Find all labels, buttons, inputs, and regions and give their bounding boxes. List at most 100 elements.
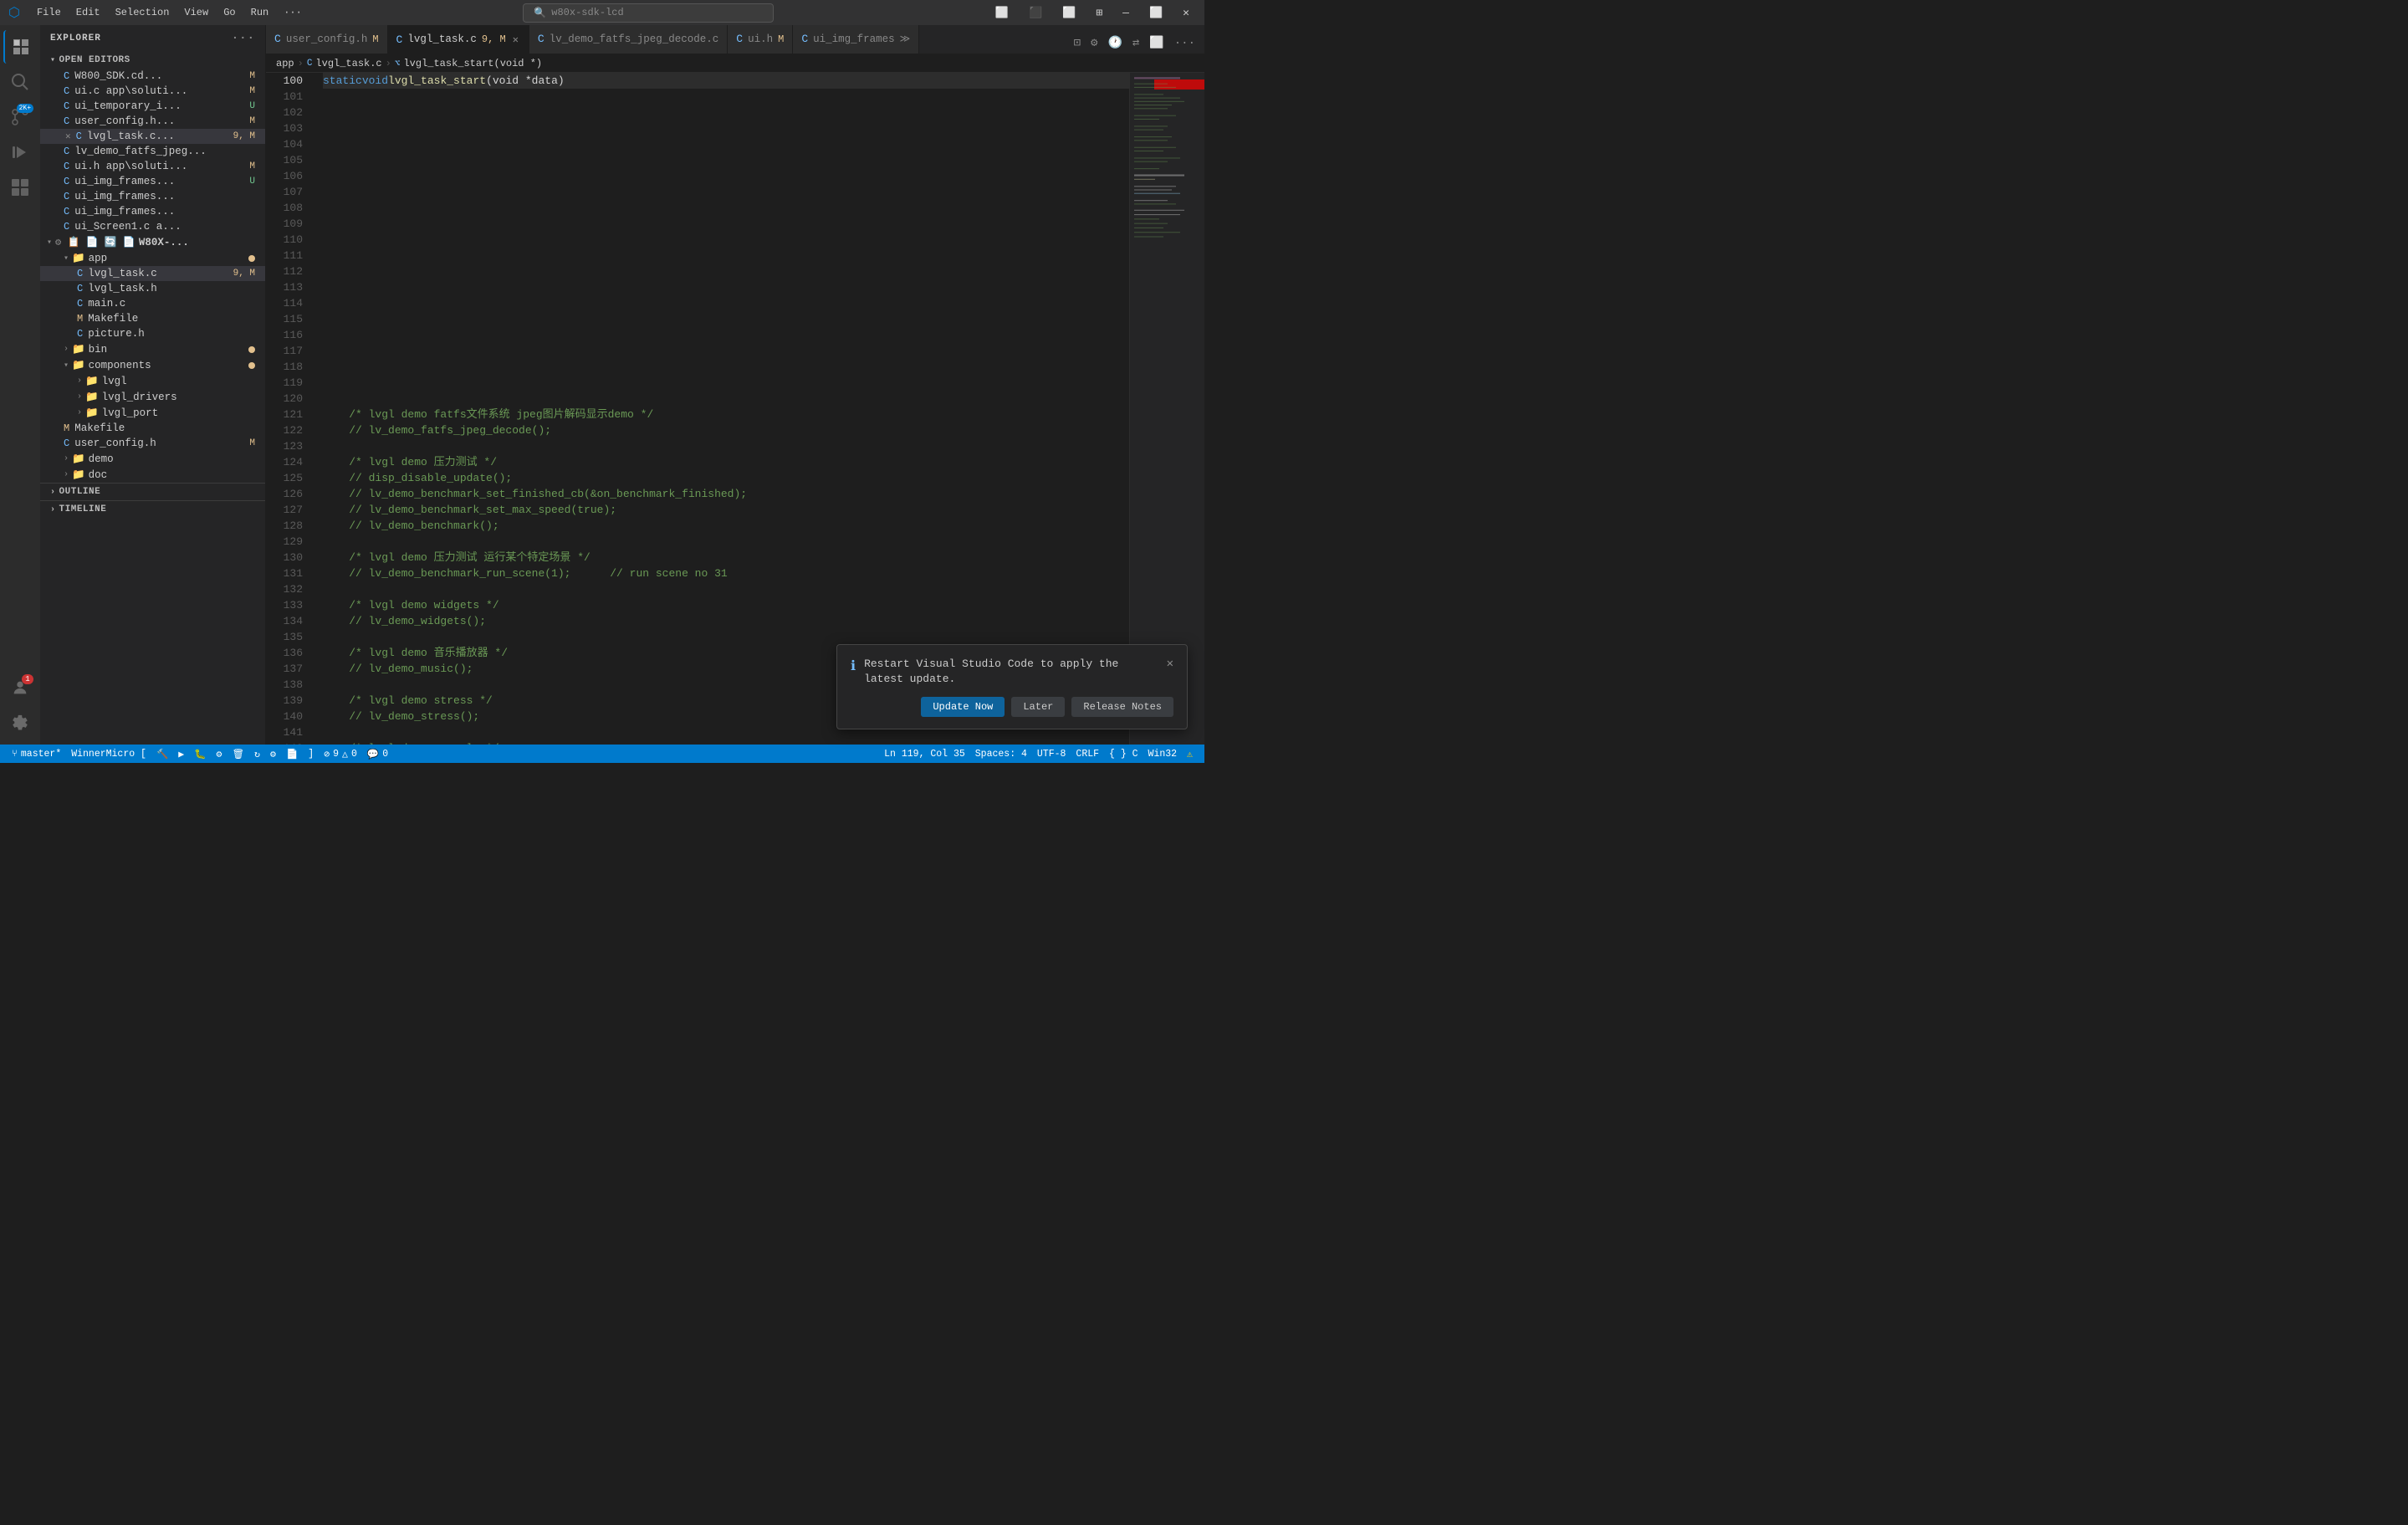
open-editor-lvgl-task[interactable]: ✕ C lvgl_task.c... 9, M <box>40 129 265 144</box>
platform-status[interactable]: Win32 <box>1143 749 1183 760</box>
app-folder[interactable]: ▾ 📁 app <box>40 250 265 266</box>
doc-folder[interactable]: › 📁 doc <box>40 467 265 483</box>
restore-button[interactable]: ⬜ <box>1143 5 1169 21</box>
file-makefile[interactable]: M Makefile <box>40 311 265 326</box>
breadcrumb-function[interactable]: lvgl_task_start(void *) <box>403 58 542 69</box>
info-status[interactable]: 💬 0 <box>362 745 393 763</box>
menu-run[interactable]: Run <box>244 5 276 20</box>
folder-icon: 📁 <box>85 375 99 387</box>
file-picture-h[interactable]: C picture.h <box>40 326 265 341</box>
file-main-c[interactable]: C main.c <box>40 296 265 311</box>
release-notes-button[interactable]: Release Notes <box>1071 697 1173 717</box>
warning-bell-status[interactable]: ⚠ <box>1182 748 1198 760</box>
accounts-activity-icon[interactable]: 1 <box>3 671 37 704</box>
outline-section[interactable]: › Outline <box>40 483 265 500</box>
run-debug-activity-icon[interactable] <box>3 136 37 169</box>
search-activity-icon[interactable] <box>3 65 37 99</box>
extensions-activity-icon[interactable] <box>3 171 37 204</box>
breadcrumb-file[interactable]: lvgl_task.c <box>315 58 381 69</box>
tab-overflow-icon[interactable]: ≫ <box>900 33 911 45</box>
explorer-activity-icon[interactable] <box>3 30 37 64</box>
components-folder[interactable]: ▾ 📁 components <box>40 357 265 373</box>
sidebar-toggle-icon[interactable]: ⬜ <box>1056 5 1082 21</box>
close-icon[interactable]: ✕ <box>65 130 71 142</box>
terminal-icon: ⚙ <box>217 748 222 760</box>
tab-user-config[interactable]: C user_config.h M <box>266 25 388 54</box>
tab-close-icon[interactable]: ✕ <box>511 33 520 47</box>
menu-edit[interactable]: Edit <box>69 5 107 20</box>
source-control-activity-icon[interactable]: 2K+ <box>3 100 37 134</box>
demo-folder[interactable]: › 📁 demo <box>40 451 265 467</box>
open-editor-ui-img-3[interactable]: C ui_img_frames... <box>40 204 265 219</box>
later-button[interactable]: Later <box>1011 697 1065 717</box>
play-status[interactable]: ▶ <box>173 745 189 763</box>
lvgl-port-subfolder[interactable]: › 📁 lvgl_port <box>40 405 265 421</box>
open-editor-ui-h[interactable]: C ui.h app\soluti... M <box>40 159 265 174</box>
run-status[interactable]: 🔨 <box>151 745 173 763</box>
tab-ui-h[interactable]: C ui.h M <box>728 25 793 54</box>
menu-more[interactable]: ··· <box>277 5 309 20</box>
open-editor-ui-c[interactable]: C ui.c app\soluti... M <box>40 84 265 99</box>
open-editor-W800[interactable]: C W800_SDK.cd... M <box>40 69 265 84</box>
file-status[interactable]: 📄 <box>281 745 303 763</box>
terminal-status[interactable]: ⚙ <box>212 745 228 763</box>
diff-icon[interactable]: ⇄ <box>1128 33 1143 54</box>
open-editor-lv-demo[interactable]: C lv_demo_fatfs_jpeg... <box>40 144 265 159</box>
debug-status[interactable]: 🐛 <box>189 745 211 763</box>
sidebar-content[interactable]: ▾ Open Editors C W800_SDK.cd... M C ui.c… <box>40 52 265 745</box>
menu-view[interactable]: View <box>177 5 215 20</box>
code-line: // lv_demo_widgets(); <box>323 613 1129 629</box>
more-actions-icon[interactable]: ··· <box>1170 33 1199 54</box>
bracket-status[interactable]: ] <box>303 745 319 763</box>
settings-activity-icon[interactable] <box>3 706 37 739</box>
trash-status[interactable]: 🗑 <box>227 745 249 763</box>
open-editors-section[interactable]: ▾ Open Editors <box>40 52 265 69</box>
notification-close-icon[interactable]: ✕ <box>1167 657 1173 671</box>
menu-go[interactable]: Go <box>217 5 242 20</box>
open-editor-ui-img-1[interactable]: C ui_img_frames... U <box>40 174 265 189</box>
encoding-status[interactable]: UTF-8 <box>1032 749 1071 760</box>
winner-micro-status[interactable]: WinnerMicro [ <box>66 745 151 763</box>
bin-folder[interactable]: › 📁 bin <box>40 341 265 357</box>
open-editor-ui-screen1[interactable]: C ui_Screen1.c a... <box>40 219 265 234</box>
cursor-position-status[interactable]: Ln 119, Col 35 <box>879 749 970 760</box>
sync-status[interactable]: ↻ <box>249 745 265 763</box>
history-icon[interactable]: 🕐 <box>1103 33 1126 54</box>
layout-icon[interactable]: ⊞ <box>1089 5 1109 21</box>
tab-lvgl-task[interactable]: C lvgl_task.c 9, M ✕ <box>388 25 529 54</box>
lvgl-subfolder[interactable]: › 📁 lvgl <box>40 373 265 389</box>
lvgl-drivers-subfolder[interactable]: › 📁 lvgl_drivers <box>40 389 265 405</box>
open-editor-ui-temp[interactable]: C ui_temporary_i... U <box>40 99 265 114</box>
file-root-makefile[interactable]: M Makefile <box>40 421 265 436</box>
eol-status[interactable]: CRLF <box>1071 749 1104 760</box>
open-editor-user-config[interactable]: C user_config.h... M <box>40 114 265 129</box>
new-file-icon[interactable]: ··· <box>232 32 255 45</box>
settings-icon[interactable]: ⚙ <box>1086 33 1102 54</box>
settings-status[interactable]: ⚙ <box>265 745 281 763</box>
file-root-user-config[interactable]: C user_config.h M <box>40 436 265 451</box>
tab-lv-demo-fatfs[interactable]: C lv_demo_fatfs_jpeg_decode.c <box>529 25 728 54</box>
menu-file[interactable]: File <box>30 5 68 20</box>
close-button[interactable]: ✕ <box>1176 5 1196 21</box>
panel-toggle-icon[interactable]: ⬛ <box>1022 5 1049 21</box>
git-branch-status[interactable]: ⑂ master* <box>7 745 66 763</box>
layout-toggle-icon[interactable]: ⬜ <box>989 5 1015 21</box>
timeline-section[interactable]: › Timeline <box>40 500 265 518</box>
errors-status[interactable]: ⊘ 9 △ 0 <box>319 745 362 763</box>
line-number: 123 <box>266 438 303 454</box>
project-root-folder[interactable]: ▾ ⚙ 📋 📄 🔄 📄 W80X-... <box>40 234 265 250</box>
minimize-button[interactable]: — <box>1116 5 1136 21</box>
breadcrumb-app[interactable]: app <box>276 58 294 69</box>
update-now-button[interactable]: Update Now <box>921 697 1005 717</box>
split-editor-icon[interactable]: ⊡ <box>1070 33 1085 54</box>
language-status[interactable]: { } C <box>1104 749 1143 760</box>
tab-ui-img-frames[interactable]: C ui_img_frames ≫ <box>793 25 919 54</box>
file-lvgl-task-h[interactable]: C lvgl_task.h <box>40 281 265 296</box>
layout-icon[interactable]: ⬜ <box>1145 33 1168 54</box>
spaces-status[interactable]: Spaces: 4 <box>970 749 1032 760</box>
code-line: /* lvgl demo fatfs文件系统 jpeg图片解码显示demo */ <box>323 407 1129 422</box>
menu-selection[interactable]: Selection <box>109 5 176 20</box>
file-lvgl-task-c[interactable]: C lvgl_task.c 9, M <box>40 266 265 281</box>
title-search-box[interactable]: 🔍 w80x-sdk-lcd <box>523 3 774 23</box>
open-editor-ui-img-2[interactable]: C ui_img_frames... <box>40 189 265 204</box>
